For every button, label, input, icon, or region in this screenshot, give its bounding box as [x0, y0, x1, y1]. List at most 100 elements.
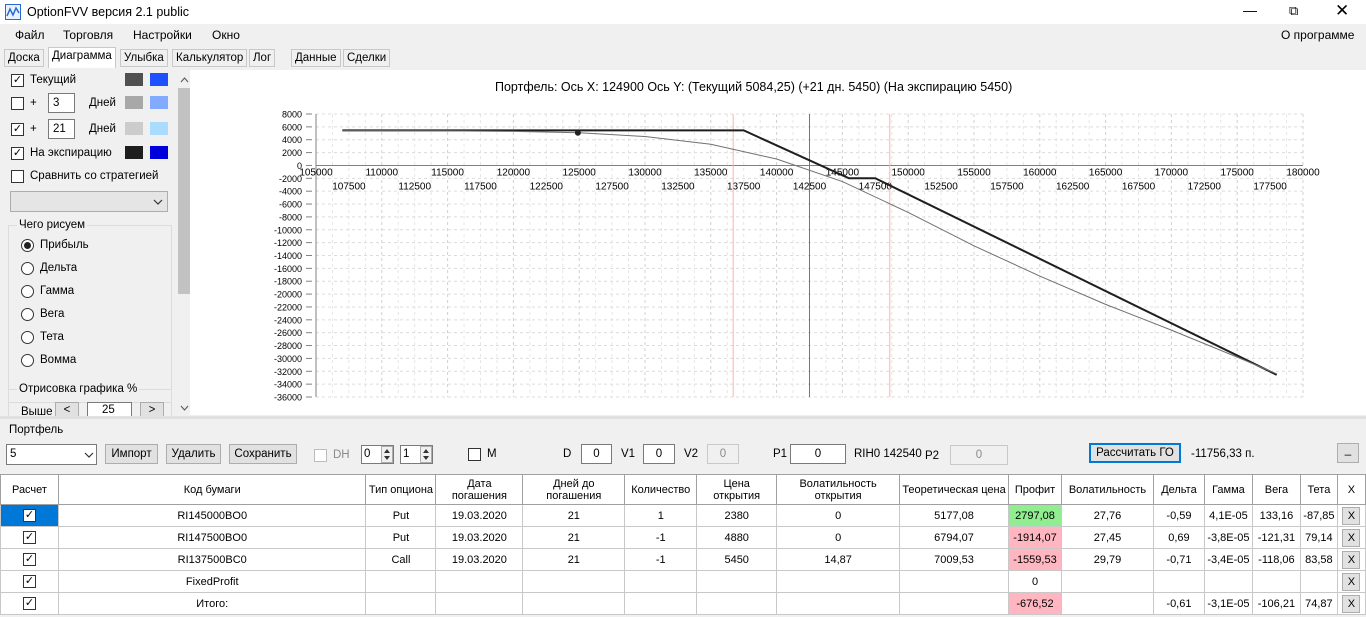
- menu-window[interactable]: Окно: [212, 28, 240, 42]
- col-header-vol[interactable]: Волатильность: [1061, 474, 1154, 505]
- save-button[interactable]: Сохранить: [229, 444, 297, 464]
- remove-row-button[interactable]: X: [1342, 506, 1361, 525]
- cell-days[interactable]: 21: [522, 526, 626, 549]
- payoff-chart[interactable]: Портфель: Ось X: 124900 Ось Y: (Текущий …: [190, 70, 1366, 415]
- cell-type[interactable]: Call: [365, 548, 437, 571]
- cell-expiry-date[interactable]: 19.03.2020: [435, 526, 524, 549]
- cell-open-price[interactable]: [696, 592, 778, 615]
- cell-vol[interactable]: [1061, 592, 1154, 615]
- days1-color-1[interactable]: [125, 96, 143, 109]
- close-window-button[interactable]: ✕: [1335, 1, 1349, 21]
- cell-vol[interactable]: 27,45: [1061, 526, 1154, 549]
- cell-theta[interactable]: 74,87: [1299, 592, 1338, 615]
- cell-code[interactable]: RI137500BC0: [57, 548, 367, 571]
- scroll-down-icon[interactable]: [180, 405, 189, 411]
- table-row[interactable]: ✓ RI137500BC0 Call 19.03.2020 21 -1 5450 14,87 7…: [0, 548, 1366, 571]
- col-header-theta[interactable]: Тета: [1299, 474, 1338, 505]
- cell-qty[interactable]: [624, 592, 698, 615]
- remove-row-button[interactable]: X: [1342, 594, 1361, 613]
- current-color-2[interactable]: [150, 73, 168, 86]
- radio-vega[interactable]: [21, 308, 34, 321]
- col-header-qty[interactable]: Количество: [624, 474, 698, 505]
- cell-delta[interactable]: -0,61: [1152, 592, 1205, 615]
- delete-button[interactable]: Удалить: [166, 444, 221, 464]
- cell-type[interactable]: Put: [365, 526, 437, 549]
- calc-cell[interactable]: ✓: [0, 592, 59, 615]
- days1-input[interactable]: 3: [48, 93, 75, 113]
- cell-delta[interactable]: -0,59: [1152, 504, 1205, 527]
- radio-gamma[interactable]: [21, 285, 34, 298]
- col-header-open-vol[interactable]: Волатильность открытия: [776, 474, 901, 505]
- splitter[interactable]: [0, 416, 1366, 419]
- cell-code[interactable]: RI145000BO0: [57, 504, 367, 527]
- cell-open-price[interactable]: [696, 570, 778, 593]
- cell-qty[interactable]: -1: [624, 548, 698, 571]
- cell-delta[interactable]: [1152, 570, 1205, 593]
- menu-trading[interactable]: Торговля: [63, 28, 113, 42]
- plus-days1-checkbox[interactable]: [11, 97, 24, 110]
- cell-theo-price[interactable]: 7009,53: [899, 548, 1010, 571]
- col-header-vega[interactable]: Вега: [1251, 474, 1301, 505]
- dh-checkbox[interactable]: [314, 449, 327, 462]
- cell-theo-price[interactable]: [899, 592, 1010, 615]
- cell-profit[interactable]: 0: [1008, 570, 1062, 593]
- col-header-profit[interactable]: Профит: [1008, 474, 1062, 505]
- cell-theta[interactable]: 79,14: [1299, 526, 1338, 549]
- radio-profit[interactable]: [21, 239, 34, 252]
- cell-open-price[interactable]: 5450: [696, 548, 778, 571]
- row-calc-checkbox[interactable]: ✓: [22, 553, 36, 566]
- table-row[interactable]: ✓ RI145000BO0 Put 19.03.2020 21 1 2380 0 5177,08…: [0, 504, 1366, 527]
- cell-profit[interactable]: -676,52: [1008, 592, 1062, 615]
- menu-file[interactable]: Файл: [15, 28, 45, 42]
- radio-theta[interactable]: [21, 331, 34, 344]
- cell-days[interactable]: 21: [522, 548, 626, 571]
- remove-row-button[interactable]: X: [1342, 550, 1361, 569]
- cell-open-vol[interactable]: 0: [776, 504, 901, 527]
- plus-days2-checkbox[interactable]: ✓: [11, 123, 24, 136]
- cell-vega[interactable]: [1251, 570, 1301, 593]
- d-input[interactable]: 0: [581, 444, 612, 464]
- cell-theo-price[interactable]: 5177,08: [899, 504, 1010, 527]
- cell-profit[interactable]: 2797,08: [1008, 504, 1062, 527]
- cell-expiry-date[interactable]: [435, 592, 524, 615]
- days1-color-2[interactable]: [150, 96, 168, 109]
- expiry-color-1[interactable]: [125, 146, 143, 159]
- table-row[interactable]: ✓ RI147500BO0 Put 19.03.2020 21 -1 4880 0 6794,0…: [0, 526, 1366, 549]
- expiry-checkbox[interactable]: ✓: [11, 147, 24, 160]
- cell-delta[interactable]: 0,69: [1152, 526, 1205, 549]
- cell-gamma[interactable]: [1203, 570, 1253, 593]
- cell-open-price[interactable]: 2380: [696, 504, 778, 527]
- p2-input[interactable]: 0: [950, 445, 1008, 465]
- col-header-gamma[interactable]: Гамма: [1203, 474, 1253, 505]
- col-header-type[interactable]: Тип опциона: [365, 474, 437, 505]
- cell-days[interactable]: [522, 592, 626, 615]
- days2-input[interactable]: 21: [48, 119, 75, 139]
- table-row[interactable]: ✓ FixedProfit 0 X: [0, 570, 1366, 593]
- remove-row-button[interactable]: X: [1342, 572, 1361, 591]
- expiry-color-2[interactable]: [150, 146, 168, 159]
- tab-deals[interactable]: Сделки: [343, 49, 391, 67]
- cell-vol[interactable]: [1061, 570, 1154, 593]
- v1-input[interactable]: 0: [643, 444, 675, 464]
- cell-profit[interactable]: -1559,53: [1008, 548, 1062, 571]
- cell-type[interactable]: [365, 592, 437, 615]
- cell-theta[interactable]: [1299, 570, 1338, 593]
- cell-type[interactable]: Put: [365, 504, 437, 527]
- cell-qty[interactable]: -1: [624, 526, 698, 549]
- cell-open-vol[interactable]: 14,87: [776, 548, 901, 571]
- cell-expiry-date[interactable]: 19.03.2020: [435, 504, 524, 527]
- spin1-arrows-icon[interactable]: [381, 446, 393, 463]
- calc-cell[interactable]: ✓: [0, 570, 59, 593]
- cell-theo-price[interactable]: [899, 570, 1010, 593]
- row-calc-checkbox[interactable]: ✓: [22, 597, 36, 610]
- cell-qty[interactable]: 1: [624, 504, 698, 527]
- radio-vomma[interactable]: [21, 354, 34, 367]
- cell-expiry-date[interactable]: 19.03.2020: [435, 548, 524, 571]
- m-checkbox[interactable]: [468, 448, 481, 461]
- row-calc-checkbox[interactable]: ✓: [22, 531, 36, 544]
- days2-color-2[interactable]: [150, 122, 168, 135]
- minimize-portfolio-button[interactable]: _: [1337, 443, 1359, 463]
- cell-gamma[interactable]: -3,1E-05: [1203, 592, 1253, 615]
- cell-qty[interactable]: [624, 570, 698, 593]
- menu-about[interactable]: О программе: [1281, 28, 1354, 42]
